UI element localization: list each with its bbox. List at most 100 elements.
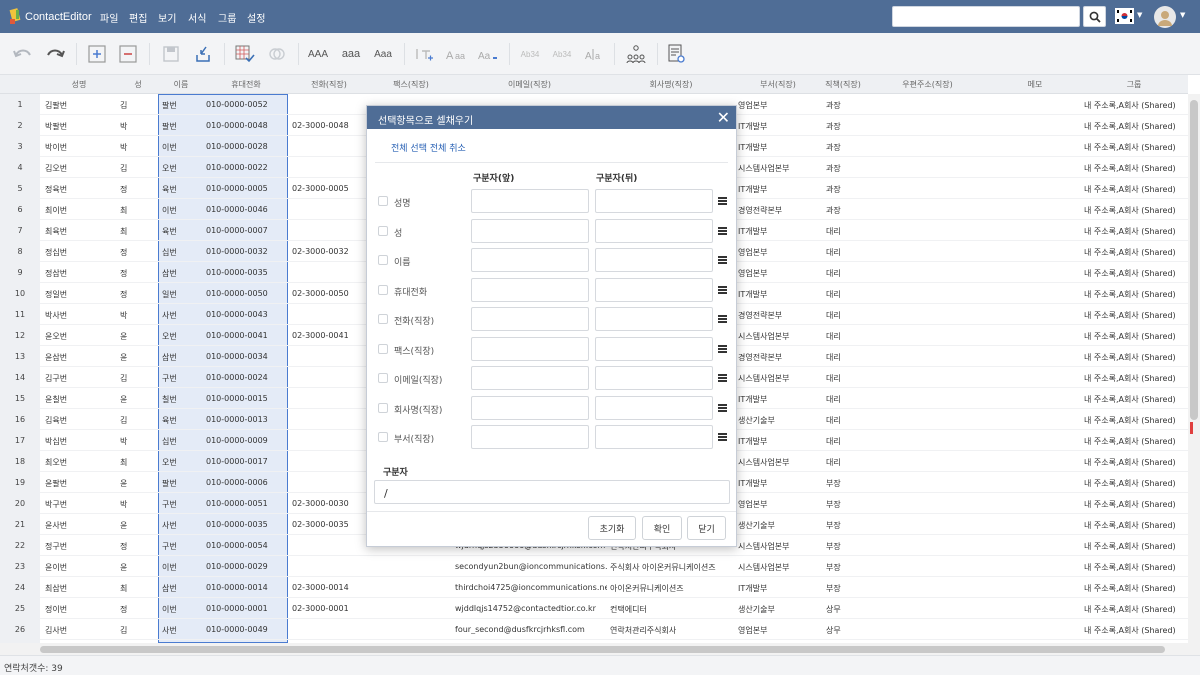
drag-handle-icon[interactable] [718,403,727,412]
cell-firstname[interactable]: 육번 [162,226,202,237]
cell-position[interactable]: 대리 [826,289,864,300]
cell-department[interactable]: IT개발부 [738,478,820,489]
undo-button[interactable] [10,41,36,67]
user-dropdown-icon[interactable]: ▼ [1180,11,1185,19]
cell-department[interactable]: 경영전략본부 [738,310,820,321]
cell-mobile[interactable]: 010-0000-0007 [206,226,286,235]
cell-group[interactable]: 내 주소록,A회사 (Shared) [1084,352,1186,363]
row-number[interactable]: 20 [0,493,40,514]
cell-group[interactable]: 내 주소록,A회사 (Shared) [1084,184,1186,195]
cell-work-phone[interactable]: 02-3000-0014 [292,583,368,592]
cell-mobile[interactable]: 010-0000-0022 [206,163,286,172]
row-number[interactable]: 6 [0,199,40,220]
row-number[interactable]: 7 [0,220,40,241]
cell-department[interactable]: IT개발부 [738,436,820,447]
cell-lastname[interactable]: 박 [120,436,154,447]
cell-group[interactable]: 내 주소록,A회사 (Shared) [1084,142,1186,153]
cell-group[interactable]: 내 주소록,A회사 (Shared) [1084,583,1186,594]
prefix-input[interactable] [471,395,589,420]
cell-position[interactable]: 부장 [826,583,864,594]
cell-group[interactable]: 내 주소록,A회사 (Shared) [1084,625,1186,636]
cell-lastname[interactable]: 김 [120,415,154,426]
cell-fullname[interactable]: 김구번 [45,373,115,384]
cell-lastname[interactable]: 박 [120,499,154,510]
header-work-address[interactable]: 우편주소(직장) [865,79,990,90]
cell-work-email[interactable]: four_second@dusfkrcjrhksfl.com [455,625,607,634]
cell-mobile[interactable]: 010-0000-0034 [206,352,286,361]
cell-lastname[interactable]: 최 [120,457,154,468]
cell-company[interactable]: 아이온커뮤니케이션즈 [610,583,734,594]
header-work-fax[interactable]: 팩스(직장) [370,79,452,90]
suffix-input[interactable] [595,307,713,331]
cell-group[interactable]: 내 주소록,A회사 (Shared) [1084,604,1186,615]
drag-handle-icon[interactable] [718,315,727,323]
cell-group[interactable]: 내 주소록,A회사 (Shared) [1084,163,1186,174]
cell-firstname[interactable]: 이번 [162,562,202,573]
drag-handle-icon[interactable] [718,226,727,235]
cell-position[interactable]: 대리 [826,415,864,426]
cell-group[interactable]: 내 주소록,A회사 (Shared) [1084,373,1186,384]
cell-department[interactable]: IT개발부 [738,121,820,132]
cell-mobile[interactable]: 010-0000-0051 [206,499,286,508]
prefix-input[interactable] [471,248,589,272]
cell-fullname[interactable]: 정삼번 [45,268,115,279]
cell-group[interactable]: 내 주소록,A회사 (Shared) [1084,562,1186,573]
header-work-phone[interactable]: 전화(직장) [288,79,370,90]
cell-mobile[interactable]: 010-0000-0049 [206,625,286,634]
cell-company[interactable]: 컨택에디터 [610,604,734,615]
field-checkbox[interactable] [378,225,388,236]
cell-group[interactable]: 내 주소록,A회사 (Shared) [1084,499,1186,510]
cell-group[interactable]: 내 주소록,A회사 (Shared) [1084,415,1186,426]
row-number[interactable]: 3 [0,136,40,157]
capitalize-button[interactable]: Aaa [371,41,395,67]
cell-work-phone[interactable]: 02-3000-0048 [292,121,368,130]
reset-button[interactable]: 초기화 [588,516,636,540]
cell-position[interactable]: 상무 [826,604,864,615]
table-row[interactable]: 25 정이번 정 이번 010-0000-0001 02-3000-0001 wjddlqj… [0,598,1188,619]
delete-contact-button[interactable] [115,41,141,67]
cell-work-email[interactable]: wjddlqjs14752@contactedtior.co.kr [455,604,607,613]
suffix-input[interactable] [595,277,713,302]
cell-mobile[interactable]: 010-0000-0024 [206,373,286,382]
insert-text-button[interactable] [412,41,436,67]
cell-mobile[interactable]: 010-0000-0015 [206,394,286,403]
export-button[interactable] [190,41,216,67]
header-memo[interactable]: 메모 [990,79,1080,90]
menu-file[interactable]: 파일 [100,10,118,25]
cell-mobile[interactable]: 010-0000-0017 [206,457,286,466]
cell-firstname[interactable]: 팔번 [162,100,202,111]
prefix-input[interactable] [471,307,589,331]
cell-fullname[interactable]: 김육번 [45,415,115,426]
prefix-input[interactable] [471,189,589,213]
cell-firstname[interactable]: 일번 [162,289,202,300]
cell-fullname[interactable]: 정이번 [45,604,115,615]
font-size-button[interactable]: Aaa [444,41,468,67]
cell-firstname[interactable]: 육번 [162,415,202,426]
row-number[interactable]: 19 [0,472,40,493]
cell-mobile[interactable]: 010-0000-0035 [206,268,286,277]
cell-work-phone[interactable]: 02-3000-0041 [292,331,368,340]
prefix-input[interactable] [471,425,589,449]
cell-work-phone[interactable]: 02-3000-0032 [292,247,368,256]
header-fullname[interactable]: 성명 [40,79,118,90]
cell-mobile[interactable]: 010-0000-0048 [206,121,286,130]
lowercase-button[interactable]: aaa [339,41,363,67]
row-number[interactable]: 8 [0,241,40,262]
cell-fullname[interactable]: 박팔번 [45,121,115,132]
cell-group[interactable]: 내 주소록,A회사 (Shared) [1084,268,1186,279]
drag-handle-icon[interactable] [718,344,727,353]
cell-firstname[interactable]: 구번 [162,499,202,510]
cell-mobile[interactable]: 010-0000-0014 [206,583,286,592]
header-company[interactable]: 회사명(직장) [607,79,735,90]
cell-fullname[interactable]: 정일번 [45,289,115,300]
cell-fullname[interactable]: 최오번 [45,457,115,468]
vertical-scroll-thumb[interactable] [1190,100,1198,420]
cell-position[interactable]: 과장 [826,121,864,132]
cell-department[interactable]: IT개발부 [738,142,820,153]
prefix-input[interactable] [471,218,589,243]
cell-position[interactable]: 대리 [826,310,864,321]
cell-position[interactable]: 대리 [826,373,864,384]
row-number[interactable]: 22 [0,535,40,556]
cell-work-email[interactable]: thirdchoi4725@ioncommunications.net [455,583,607,592]
cell-group[interactable]: 내 주소록,A회사 (Shared) [1084,436,1186,447]
